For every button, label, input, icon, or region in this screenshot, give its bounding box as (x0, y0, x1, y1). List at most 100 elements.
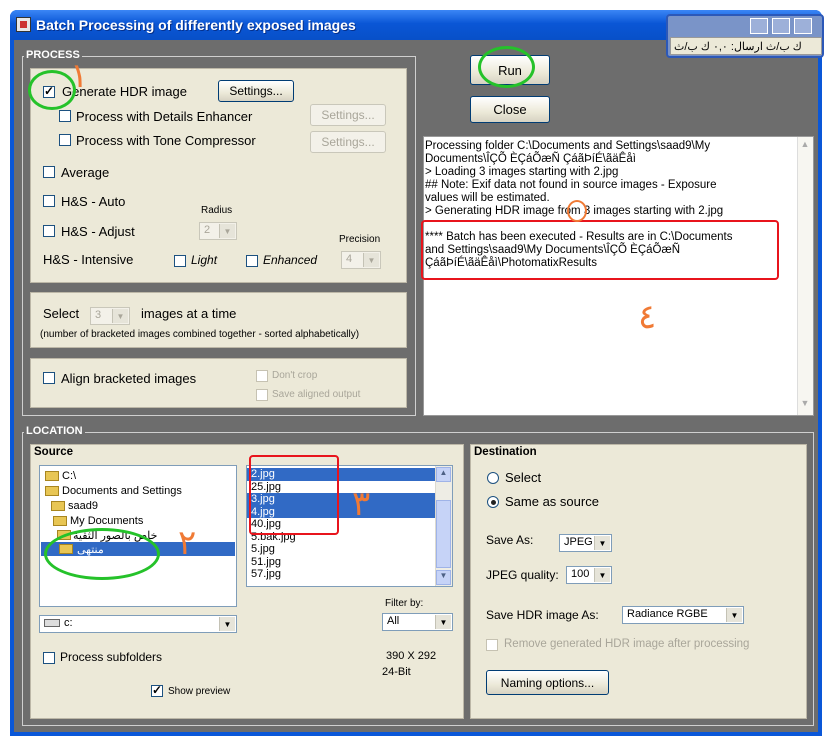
average-checkbox[interactable] (43, 166, 55, 178)
show-preview-label: Show preview (168, 686, 231, 697)
align-checkbox[interactable] (43, 372, 55, 384)
source-label: Source (34, 446, 73, 458)
annotation-number: ٢ (178, 524, 197, 562)
chevron-down-icon: ▼ (594, 568, 610, 582)
highlight-box-files (249, 455, 339, 535)
log-line: ## Note: Exif data not found in source i… (425, 179, 717, 191)
hs-adjust-label: H&S - Adjust (61, 224, 135, 239)
jpeg-quality-label: JPEG quality: (486, 568, 559, 582)
save-hdr-label: Save HDR image As: (486, 608, 599, 622)
chevron-down-icon: ▼ (219, 617, 235, 631)
details-enhancer-checkbox[interactable] (59, 110, 71, 122)
file-item[interactable]: 57.jpg (247, 568, 435, 581)
remove-generated-checkbox[interactable] (486, 639, 498, 651)
select-radio[interactable] (487, 472, 499, 484)
same-as-source-radio[interactable] (487, 496, 499, 508)
folder-item[interactable]: C:\ (62, 470, 76, 482)
log-line: > Generating HDR image from 3 images sta… (425, 205, 724, 217)
images-count-select[interactable]: 3 ▼ (90, 307, 130, 325)
file-item[interactable]: 5.jpg (247, 543, 435, 556)
chevron-down-icon: ▼ (112, 309, 128, 323)
minimize-icon[interactable] (750, 18, 768, 34)
log-scrollbar[interactable] (797, 137, 813, 415)
save-as-select[interactable]: JPEG ▼ (559, 534, 612, 552)
drive-select[interactable]: c: ▼ (39, 615, 237, 633)
details-enhancer-label: Process with Details Enhancer (76, 109, 253, 124)
radius-select[interactable]: 2 ▼ (199, 222, 237, 240)
window-title: Batch Processing of differently exposed … (36, 17, 356, 33)
filter-select[interactable]: All ▼ (382, 613, 453, 631)
highlight-box-log (421, 220, 779, 280)
log-line: Processing folder C:\Documents and Setti… (425, 140, 711, 152)
scroll-up-icon[interactable]: ▲ (436, 467, 451, 482)
drive-icon (44, 619, 60, 628)
scroll-down-icon[interactable]: ▼ (436, 570, 451, 585)
dont-crop-label: Don't crop (272, 370, 318, 381)
highlight-circle-generate (28, 70, 76, 110)
select-radio-label: Select (505, 470, 542, 485)
maximize-icon[interactable] (772, 18, 790, 34)
overlay-status-text: ك ب/ث ارسال: ٠,٠ ك ب/ث (674, 41, 802, 53)
log-line: > Loading 3 images starting with 2.jpg (425, 166, 619, 178)
folder-icon (45, 486, 59, 496)
enhanced-label: Enhanced (263, 253, 318, 267)
folder-icon (45, 471, 59, 481)
chevron-down-icon: ▼ (594, 536, 610, 550)
precision-label: Precision (339, 234, 381, 245)
select-label: Select (43, 306, 80, 321)
jpeg-quality-select[interactable]: 100 ▼ (566, 566, 612, 584)
folder-item[interactable]: My Documents (70, 515, 143, 527)
chevron-down-icon: ▼ (726, 608, 742, 622)
hs-auto-label: H&S - Auto (61, 194, 126, 209)
details-settings-button[interactable]: Settings... (310, 104, 386, 126)
tone-compressor-checkbox[interactable] (59, 134, 71, 146)
radius-label: Radius (201, 205, 233, 216)
same-as-source-label: Same as source (505, 494, 599, 509)
show-preview-checkbox[interactable] (151, 683, 163, 697)
log-line: values will be estimated. (425, 192, 550, 204)
hdr-settings-button[interactable]: Settings... (218, 80, 294, 102)
align-label: Align bracketed images (61, 371, 197, 386)
close-button[interactable]: Close (470, 96, 550, 123)
average-label: Average (61, 165, 110, 180)
app-icon[interactable] (16, 17, 31, 32)
highlight-circle-run (478, 46, 535, 88)
folder-icon (51, 501, 65, 511)
highlight-circle-folder (44, 528, 160, 580)
chevron-down-icon: ▼ (219, 224, 235, 238)
light-checkbox[interactable] (174, 255, 186, 267)
tone-settings-button[interactable]: Settings... (310, 131, 386, 153)
scroll-up-icon[interactable]: ▲ (798, 139, 812, 153)
image-bit-depth: 24-Bit (382, 666, 411, 678)
hs-intensive-label: H&S - Intensive (43, 252, 134, 267)
scroll-down-icon[interactable]: ▼ (798, 398, 812, 412)
highlight-circle-small (567, 200, 587, 222)
folder-item[interactable]: saad9 (68, 500, 98, 512)
close-icon[interactable] (794, 18, 812, 34)
filter-label: Filter by: (385, 598, 424, 609)
log-line: Documents\ÎÇÕ ÈÇáÕæÑ ÇáãÞíÉ\ãäÊåì (425, 153, 636, 165)
chevron-down-icon: ▼ (363, 253, 379, 267)
location-group-label: LOCATION (24, 425, 85, 437)
images-at-time-label: images at a time (141, 306, 237, 321)
hs-adjust-checkbox[interactable] (43, 225, 55, 237)
file-item[interactable]: 51.jpg (247, 556, 435, 569)
save-hdr-select[interactable]: Radiance RGBE ▼ (622, 606, 744, 624)
annotation-number: ٣ (352, 485, 371, 523)
remove-generated-label: Remove generated HDR image after process… (504, 638, 750, 650)
hs-auto-checkbox[interactable] (43, 195, 55, 207)
folder-item[interactable]: Documents and Settings (62, 485, 182, 497)
process-subfolders-label: Process subfolders (60, 650, 163, 664)
save-as-label: Save As: (486, 533, 534, 547)
dont-crop-checkbox[interactable] (256, 370, 268, 382)
annotation-number: ٤ (638, 298, 657, 336)
scroll-thumb[interactable] (436, 500, 451, 568)
precision-select[interactable]: 4 ▼ (341, 251, 381, 269)
folder-icon (53, 516, 67, 526)
process-subfolders-checkbox[interactable] (43, 652, 55, 664)
save-aligned-checkbox[interactable] (256, 389, 268, 401)
annotation-number: ١ (70, 57, 89, 95)
enhanced-checkbox[interactable] (246, 255, 258, 267)
naming-options-button[interactable]: Naming options... (486, 670, 609, 695)
destination-label: Destination (474, 446, 537, 458)
